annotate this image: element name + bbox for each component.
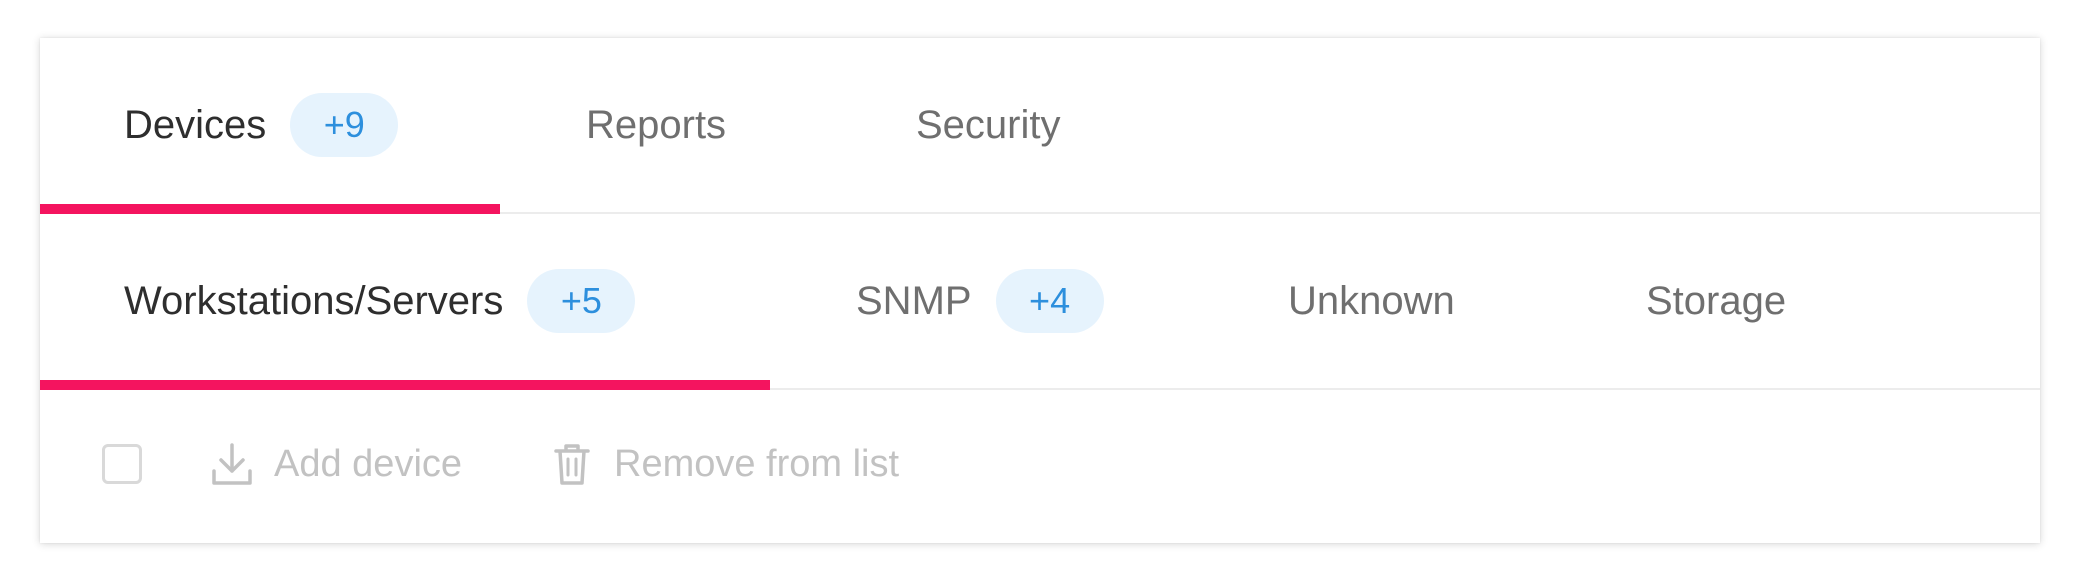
active-subtab-indicator: [40, 380, 770, 390]
download-icon: [210, 440, 254, 488]
tab-snmp[interactable]: SNMP +4: [856, 214, 1104, 388]
tab-storage-label: Storage: [1646, 278, 1787, 323]
secondary-tab-bar: Workstations/Servers +5 SNMP +4 Unknown …: [40, 214, 2040, 390]
tab-workstations-servers-label: Workstations/Servers: [124, 278, 504, 323]
tab-workstations-servers-count-badge: +5: [527, 269, 636, 333]
tab-devices-label: Devices: [124, 102, 267, 147]
tab-unknown-label: Unknown: [1288, 278, 1455, 323]
add-device-button[interactable]: Add device: [210, 432, 462, 496]
tab-security-label: Security: [916, 102, 1061, 147]
select-all-checkbox[interactable]: [102, 444, 142, 484]
tab-snmp-count-badge: +4: [995, 269, 1104, 333]
tab-snmp-label: SNMP: [856, 278, 972, 323]
tab-reports[interactable]: Reports: [586, 38, 726, 212]
tab-reports-label: Reports: [586, 102, 727, 147]
device-toolbar: Add device Remove from list: [40, 390, 2040, 543]
remove-from-list-label: Remove from list: [614, 442, 900, 485]
tab-devices[interactable]: Devices +9: [40, 38, 500, 214]
tab-storage[interactable]: Storage: [1646, 214, 1786, 388]
devices-panel: Devices +9 Reports Security Workstations…: [40, 38, 2040, 543]
tab-devices-count-badge: +9: [290, 93, 399, 157]
active-tab-indicator: [40, 204, 500, 214]
tab-unknown[interactable]: Unknown: [1288, 214, 1455, 388]
trash-icon: [550, 440, 594, 488]
tab-security[interactable]: Security: [916, 38, 1061, 212]
primary-tab-bar: Devices +9 Reports Security: [40, 38, 2040, 214]
add-device-label: Add device: [274, 442, 463, 485]
tab-workstations-servers[interactable]: Workstations/Servers +5: [40, 214, 770, 390]
remove-from-list-button[interactable]: Remove from list: [550, 432, 899, 496]
